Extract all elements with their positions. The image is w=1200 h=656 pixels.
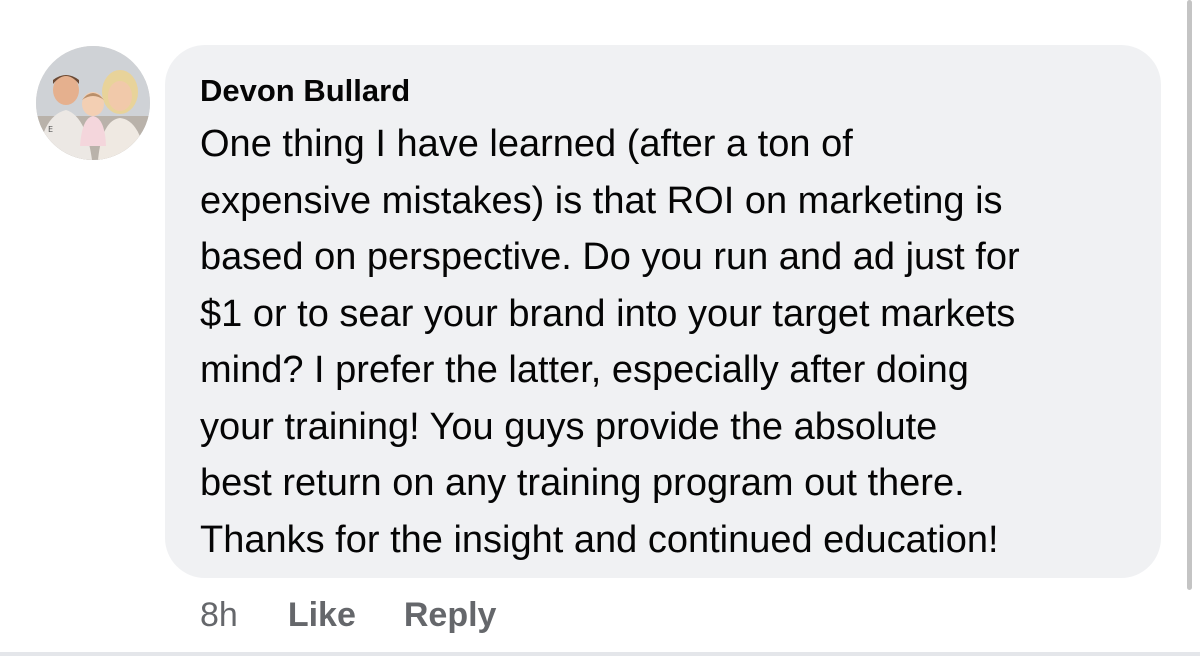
comment-author-name[interactable]: Devon Bullard [200, 71, 1131, 111]
comment-timestamp[interactable]: 8h [200, 596, 238, 635]
comment-text-line: based on perspective. Do you run and ad … [200, 236, 1020, 278]
avatar-photo-icon: E [36, 46, 150, 160]
comment-text-line: expensive mistakes) is that ROI on marke… [200, 179, 1003, 222]
comment-text-line: One thing I have learned (after a ton of [200, 123, 853, 165]
author-avatar[interactable]: E [36, 46, 150, 160]
comment-text-line: mind? I prefer the latter, especially af… [200, 349, 969, 391]
shirt-logo: E [48, 125, 53, 134]
scrollbar[interactable] [1187, 0, 1192, 590]
comment-text-line: Thanks for the insight and continued edu… [200, 518, 999, 561]
reply-button[interactable]: Reply [404, 596, 497, 635]
divider [0, 652, 1200, 656]
comment-bubble: Devon Bullard One thing I have learned (… [165, 45, 1161, 578]
comment-text-line: best return on any training program out … [200, 462, 965, 504]
comment-text: One thing I have learned (after a ton of… [200, 116, 1131, 568]
comment-screen: E Devon Bullard One thing I have learned… [0, 0, 1200, 656]
like-button[interactable]: Like [288, 596, 356, 635]
comment-text-line: your training! You guys provide the abso… [200, 405, 938, 448]
comment-actions: 8h Like Reply [200, 593, 496, 637]
comment-text-line: $1 or to sear your brand into your targe… [200, 292, 1016, 335]
